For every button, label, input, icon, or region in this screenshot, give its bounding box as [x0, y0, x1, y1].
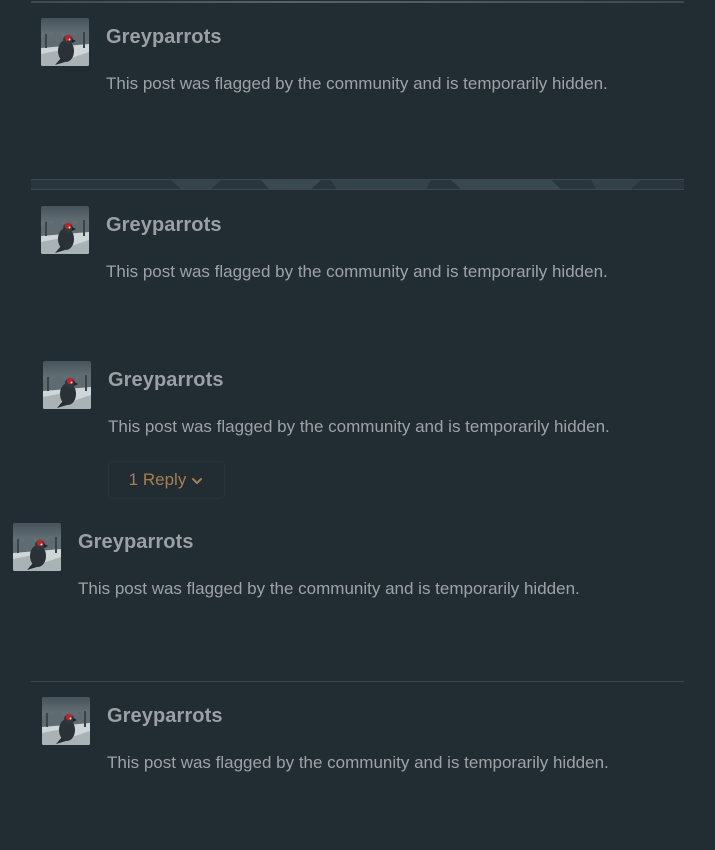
- hidden-post-message: This post was flagged by the community a…: [106, 74, 608, 93]
- parrot-avatar-icon: [43, 361, 91, 409]
- chevron-down-icon: [190, 473, 204, 487]
- post-divider-band: [31, 179, 684, 190]
- post-divider-top: [31, 1, 684, 3]
- parrot-avatar-icon: [13, 523, 61, 571]
- user-avatar[interactable]: [41, 206, 89, 254]
- post-divider: [31, 681, 684, 682]
- hidden-post-message: This post was flagged by the community a…: [108, 417, 610, 436]
- post-author[interactable]: Greyparrots: [107, 705, 223, 728]
- user-avatar[interactable]: [42, 697, 90, 745]
- user-avatar[interactable]: [43, 361, 91, 409]
- post-author[interactable]: Greyparrots: [78, 531, 194, 554]
- replies-count-label: 1 Reply: [128, 470, 187, 489]
- replies-toggle-button[interactable]: 1 Reply: [108, 461, 225, 499]
- hidden-post-message: This post was flagged by the community a…: [107, 753, 609, 772]
- post-author[interactable]: Greyparrots: [106, 26, 222, 49]
- post-author[interactable]: Greyparrots: [106, 214, 222, 237]
- parrot-avatar-icon: [42, 697, 90, 745]
- user-avatar[interactable]: [13, 523, 61, 571]
- post-author[interactable]: Greyparrots: [108, 369, 224, 392]
- user-avatar[interactable]: [41, 18, 89, 66]
- parrot-avatar-icon: [41, 206, 89, 254]
- hidden-post-message: This post was flagged by the community a…: [106, 262, 608, 281]
- parrot-avatar-icon: [41, 18, 89, 66]
- hidden-post-message: This post was flagged by the community a…: [78, 579, 580, 598]
